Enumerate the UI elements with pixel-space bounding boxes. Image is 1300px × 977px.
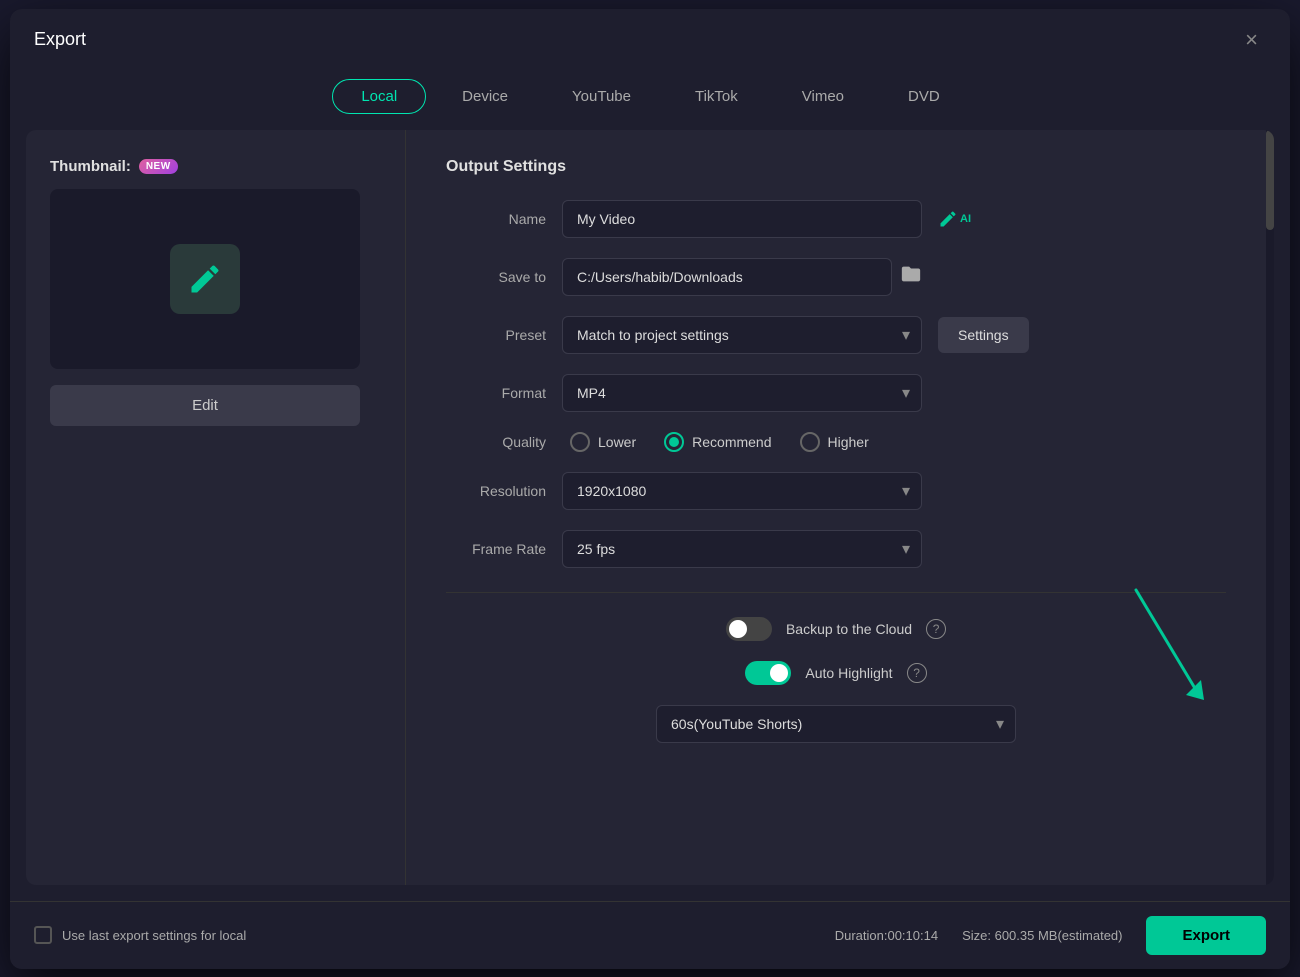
preset-select-wrap: Match to project settings — [562, 316, 922, 354]
quality-higher-label: Higher — [828, 434, 869, 450]
backup-cloud-knob — [729, 620, 747, 638]
last-export-label: Use last export settings for local — [62, 928, 246, 943]
quality-lower-label: Lower — [598, 434, 636, 450]
tab-device[interactable]: Device — [434, 79, 536, 114]
preset-row: Preset Match to project settings Setting… — [446, 316, 1226, 354]
resolution-select[interactable]: 1920x1080 — [562, 472, 922, 510]
preset-label: Preset — [446, 327, 546, 343]
format-select[interactable]: MP4 — [562, 374, 922, 412]
frame-rate-select-wrap: 25 fps — [562, 530, 922, 568]
resolution-select-wrap: 1920x1080 — [562, 472, 922, 510]
quality-recommend-label: Recommend — [692, 434, 771, 450]
frame-rate-select[interactable]: 25 fps — [562, 530, 922, 568]
name-row: Name AI — [446, 200, 1226, 238]
radio-recommend-fill — [669, 437, 679, 447]
backup-cloud-toggle[interactable] — [726, 617, 772, 641]
left-panel: Thumbnail: NEW Edit — [26, 130, 406, 885]
quality-label: Quality — [446, 434, 546, 450]
tab-youtube[interactable]: YouTube — [544, 79, 659, 114]
dialog-title: Export — [34, 29, 86, 50]
new-badge: NEW — [139, 159, 178, 174]
thumbnail-section-label: Thumbnail: NEW — [50, 158, 381, 175]
quality-options: Lower Recommend Higher — [570, 432, 869, 452]
auto-highlight-knob — [770, 664, 788, 682]
frame-rate-row: Frame Rate 25 fps — [446, 530, 1226, 568]
edit-button[interactable]: Edit — [50, 385, 360, 426]
scrollbar-thumb[interactable] — [1266, 130, 1274, 230]
quality-lower[interactable]: Lower — [570, 432, 636, 452]
auto-highlight-label: Auto Highlight — [805, 665, 892, 681]
thumbnail-text: Thumbnail: — [50, 158, 131, 175]
backup-cloud-row: Backup to the Cloud ? — [446, 617, 1226, 641]
save-to-field-group — [562, 258, 922, 296]
thumbnail-icon-wrap — [170, 244, 240, 314]
frame-rate-label: Frame Rate — [446, 541, 546, 557]
resolution-label: Resolution — [446, 483, 546, 499]
format-label: Format — [446, 385, 546, 401]
export-button[interactable]: Export — [1146, 916, 1266, 955]
export-dialog: Export × Local Device YouTube TikTok Vim… — [10, 9, 1290, 969]
quality-row: Quality Lower Recommend Higher — [446, 432, 1226, 452]
size-info: Size: 600.35 MB(estimated) — [962, 928, 1122, 943]
ai-label: AI — [960, 213, 971, 225]
save-to-label: Save to — [446, 269, 546, 285]
name-label: Name — [446, 211, 546, 227]
quality-higher[interactable]: Higher — [800, 432, 869, 452]
edit-icon — [187, 261, 223, 297]
main-content: Thumbnail: NEW Edit Output Settings Name — [26, 130, 1274, 885]
highlight-duration-wrap: 60s(YouTube Shorts) — [446, 705, 1226, 743]
save-to-row: Save to — [446, 258, 1226, 296]
radio-higher — [800, 432, 820, 452]
highlight-duration-select-wrap: 60s(YouTube Shorts) — [656, 705, 1016, 743]
arrow-svg — [1126, 580, 1206, 720]
arrow-indicator — [1126, 580, 1206, 725]
scrollbar-track — [1266, 130, 1274, 885]
highlight-duration-select[interactable]: 60s(YouTube Shorts) — [656, 705, 1016, 743]
tab-local[interactable]: Local — [332, 79, 426, 114]
bottom-bar: Use last export settings for local Durat… — [10, 901, 1290, 969]
bottom-info: Duration:00:10:14 Size: 600.35 MB(estima… — [835, 916, 1266, 955]
settings-button[interactable]: Settings — [938, 317, 1029, 353]
ai-name-button[interactable]: AI — [938, 209, 971, 229]
last-export-section: Use last export settings for local — [34, 926, 246, 944]
radio-recommend — [664, 432, 684, 452]
tabs-bar: Local Device YouTube TikTok Vimeo DVD — [10, 71, 1290, 130]
duration-info: Duration:00:10:14 — [835, 928, 938, 943]
radio-lower — [570, 432, 590, 452]
right-panel: Output Settings Name AI Save to — [406, 130, 1266, 885]
divider — [446, 592, 1226, 593]
ai-pencil-icon — [938, 209, 958, 229]
name-input[interactable] — [562, 200, 922, 238]
title-bar: Export × — [10, 9, 1290, 71]
quality-recommend[interactable]: Recommend — [664, 432, 771, 452]
backup-cloud-help-icon[interactable]: ? — [926, 619, 946, 639]
tab-vimeo[interactable]: Vimeo — [774, 79, 872, 114]
preset-select[interactable]: Match to project settings — [562, 316, 922, 354]
thumbnail-preview — [50, 189, 360, 369]
backup-cloud-label: Backup to the Cloud — [786, 621, 912, 637]
format-row: Format MP4 — [446, 374, 1226, 412]
format-select-wrap: MP4 — [562, 374, 922, 412]
resolution-row: Resolution 1920x1080 — [446, 472, 1226, 510]
last-export-checkbox[interactable] — [34, 926, 52, 944]
save-to-input[interactable] — [562, 258, 892, 296]
auto-highlight-help-icon[interactable]: ? — [907, 663, 927, 683]
auto-highlight-toggle[interactable] — [745, 661, 791, 685]
tab-dvd[interactable]: DVD — [880, 79, 968, 114]
folder-icon[interactable] — [900, 263, 922, 291]
auto-highlight-row: Auto Highlight ? — [446, 661, 1226, 685]
output-settings-title: Output Settings — [446, 158, 1226, 176]
close-button[interactable]: × — [1237, 25, 1266, 55]
tab-tiktok[interactable]: TikTok — [667, 79, 766, 114]
